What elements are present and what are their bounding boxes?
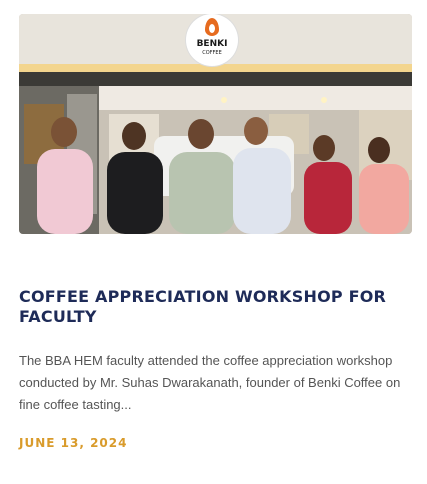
logo-brand-text: BENKI (196, 39, 228, 49)
benki-coffee-logo: BENKI COFFEE (186, 14, 238, 66)
logo-sub-text: COFFEE (202, 50, 222, 56)
flame-icon (205, 18, 219, 36)
post-title[interactable]: COFFEE APPRECIATION WORKSHOP FOR FACULTY (19, 287, 404, 327)
post-excerpt: The BBA HEM faculty attended the coffee … (19, 353, 401, 412)
post-image-link[interactable]: BENKI COFFEE (19, 14, 412, 234)
post-date: JUNE 13, 2024 (19, 436, 128, 450)
blog-post-card[interactable]: BENKI COFFEE COFFEE APPRECIATION WORKSHO… (0, 0, 427, 484)
